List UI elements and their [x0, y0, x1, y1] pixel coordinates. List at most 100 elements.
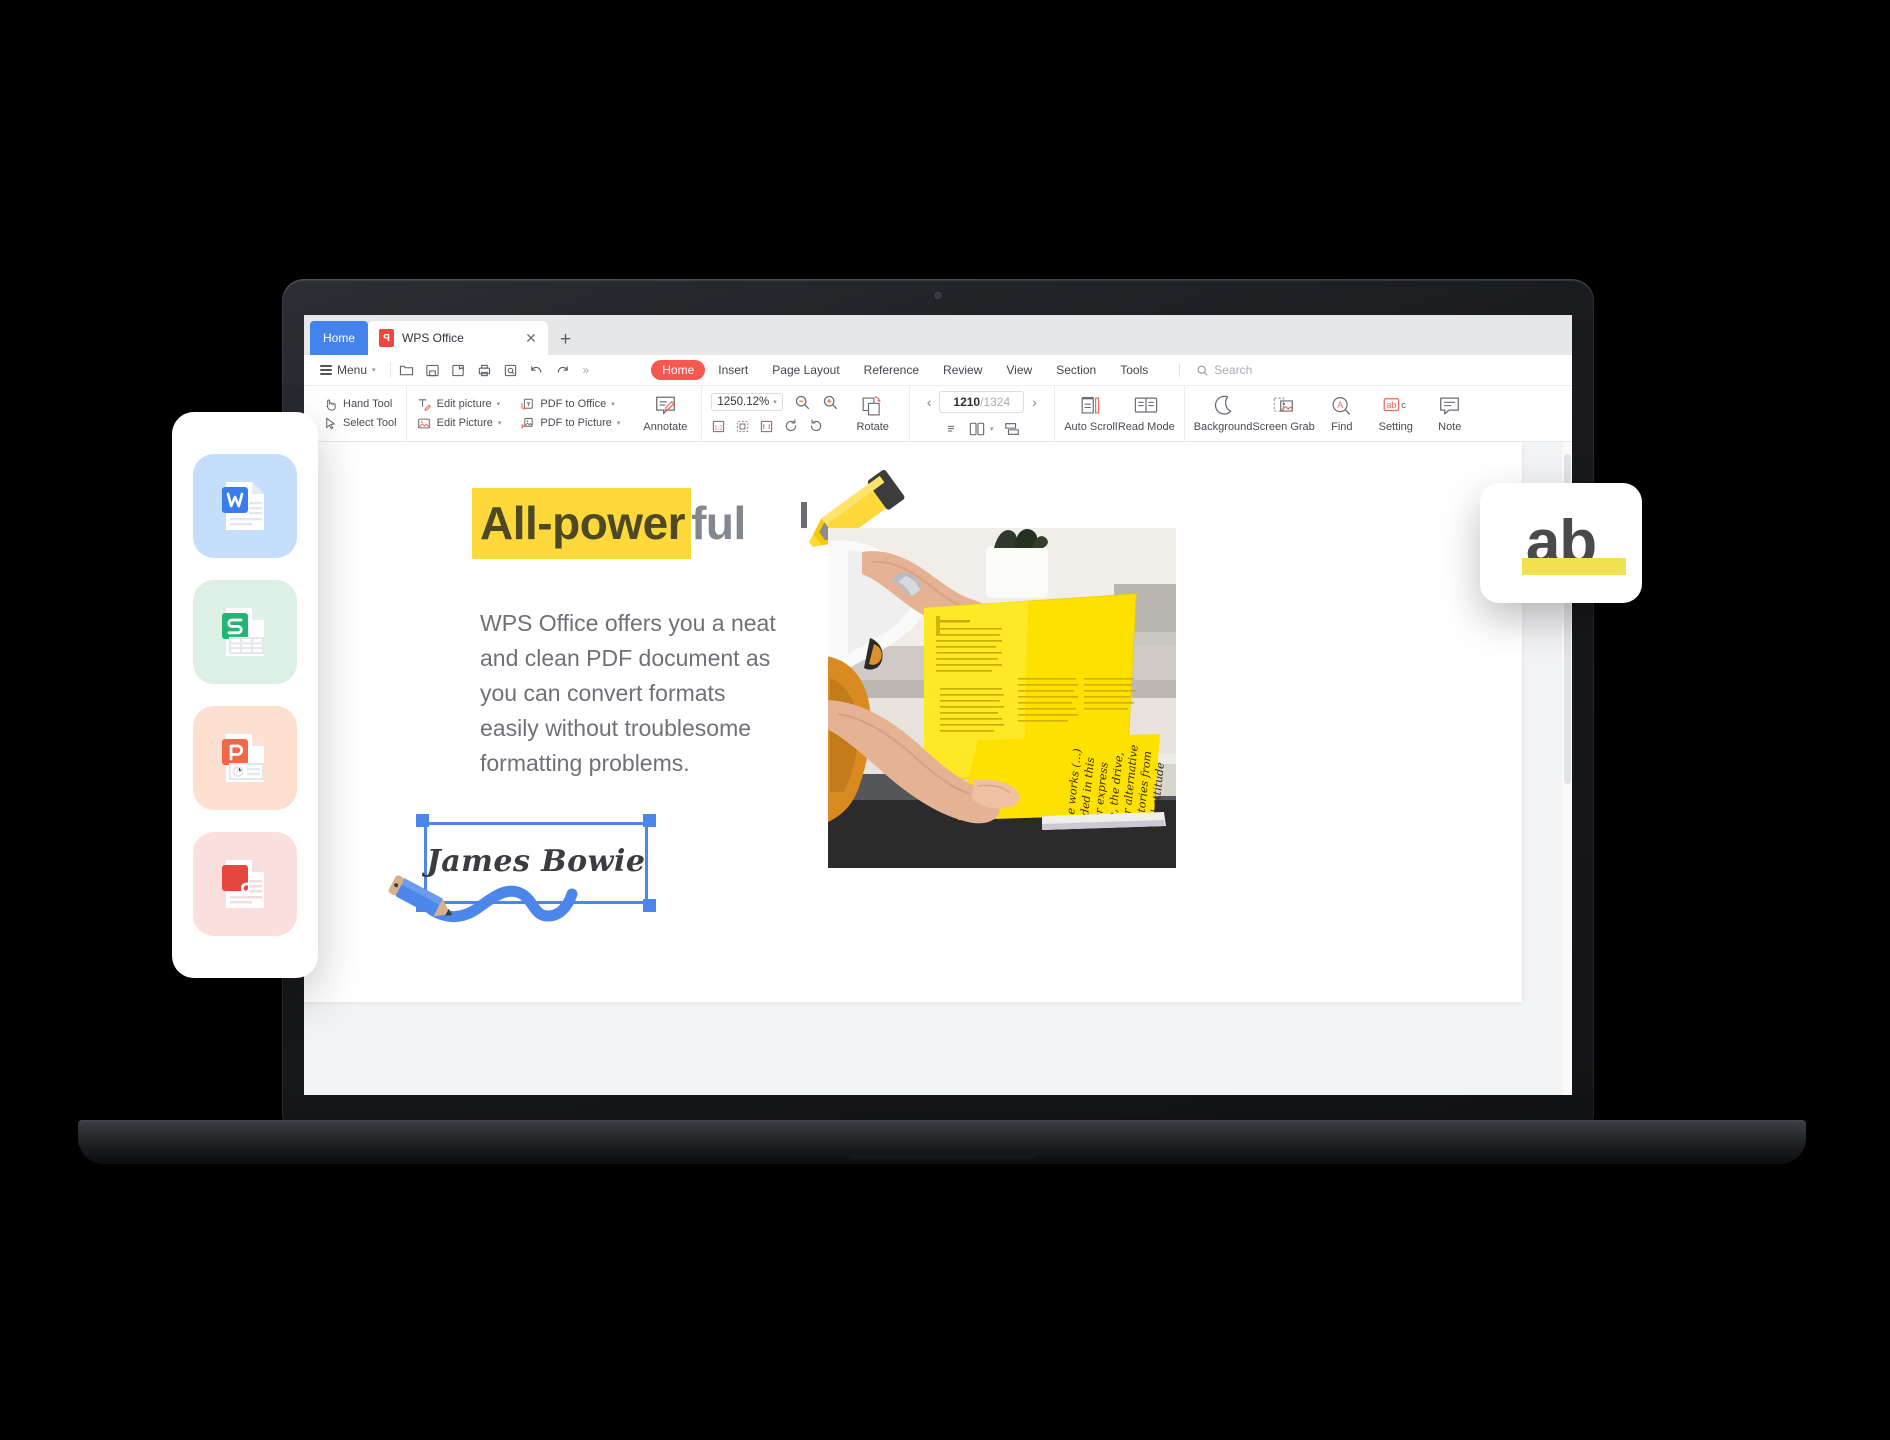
more-commands-icon[interactable]: » — [583, 363, 590, 377]
zoom-in-icon[interactable] — [822, 394, 839, 411]
zoom-level-select[interactable]: 1250.12% ▾ — [711, 393, 783, 411]
search-input[interactable]: Search — [1179, 363, 1252, 377]
rotate-label: Rotate — [856, 420, 889, 433]
fit-page-icon[interactable] — [735, 419, 750, 434]
toolbar-group-zoom: 1250.12% ▾ 1:1 Rotate — [701, 386, 908, 441]
search-placeholder: Search — [1214, 363, 1253, 377]
chevron-down-icon: ▾ — [611, 401, 615, 408]
setting-button[interactable]: ab c Setting — [1369, 394, 1423, 433]
select-tool-button[interactable]: Select Tool — [323, 416, 397, 431]
pdf-to-picture-icon — [521, 417, 534, 429]
rotate-button[interactable]: Rotate — [846, 395, 900, 433]
pdf-to-picture-button[interactable]: PDF to Picture ▾ — [519, 416, 620, 431]
ribbon-tab-section[interactable]: Section — [1045, 360, 1107, 380]
rotate-right-icon[interactable] — [783, 418, 799, 434]
ribbon-tab-view[interactable]: View — [995, 360, 1043, 380]
zoom-out-icon[interactable] — [794, 394, 811, 411]
note-icon — [1440, 397, 1460, 415]
edit-picture-image-label: Edit Picture — [436, 416, 493, 429]
resize-handle-top-left[interactable] — [416, 814, 429, 827]
save-icon[interactable] — [425, 363, 440, 378]
next-page-button[interactable]: › — [1024, 394, 1045, 410]
total-pages-value: 1324 — [983, 394, 1011, 409]
setting-label: Setting — [1378, 421, 1413, 433]
background-button[interactable]: Background — [1193, 394, 1253, 433]
previous-page-button[interactable]: ‹ — [919, 394, 940, 410]
actual-size-icon[interactable]: 1:1 — [711, 419, 726, 434]
close-icon[interactable]: ✕ — [522, 330, 540, 347]
current-page-value: 1210 — [953, 394, 981, 409]
page-body-text: WPS Office offers you a neat and clean P… — [480, 610, 776, 776]
pdf-page[interactable]: All-power ful WPS Office offers you a ne… — [304, 442, 1522, 1002]
page-title: All-power ful — [472, 488, 746, 559]
zoom-level-value: 1250.12% — [717, 396, 770, 408]
signature-object[interactable]: James Bowie — [388, 814, 656, 922]
annotate-button[interactable]: Annotate — [638, 394, 692, 433]
cursor-arrow-icon — [326, 416, 336, 429]
print-preview-icon[interactable] — [503, 363, 518, 378]
auto-scroll-label: Auto Scroll — [1064, 421, 1118, 433]
tab-home[interactable]: Home — [310, 321, 368, 355]
select-tool-label: Select Tool — [343, 416, 397, 429]
plus-icon[interactable]: + — [560, 329, 571, 351]
note-button[interactable]: Note — [1423, 394, 1477, 433]
auto-scroll-icon — [1081, 396, 1100, 414]
chevron-down-icon[interactable]: ▾ — [990, 425, 994, 433]
undo-icon[interactable] — [529, 363, 544, 378]
edit-picture-text-label: Edit picture — [436, 397, 492, 410]
toolbar-group-annotate: Annotate — [629, 386, 701, 441]
menu-button[interactable]: Menu ▾ — [314, 363, 382, 377]
toolbar-group-extras: Background Screen Grab A Find ab c Setti… — [1183, 386, 1486, 441]
background-label: Background — [1193, 421, 1253, 433]
screen-grab-label: Screen Grab — [1252, 421, 1315, 433]
resize-handle-bottom-right[interactable] — [643, 899, 656, 912]
save-as-icon[interactable] — [451, 363, 466, 378]
hand-tool-button[interactable]: Hand Tool — [323, 397, 397, 412]
open-folder-icon[interactable] — [399, 363, 414, 378]
ribbon-tab-insert[interactable]: Insert — [707, 360, 759, 380]
laptop-base — [78, 1122, 1806, 1164]
redo-icon[interactable] — [555, 363, 570, 378]
moon-icon — [1214, 395, 1231, 415]
image-icon — [417, 418, 430, 428]
continuous-scroll-icon[interactable] — [1003, 421, 1021, 437]
presentation-document-icon[interactable] — [193, 706, 297, 810]
ribbon-tab-reference[interactable]: Reference — [853, 360, 930, 380]
chevron-down-icon: ▾ — [496, 401, 501, 408]
pdf-to-office-icon — [521, 398, 534, 410]
rotate-left-icon[interactable] — [808, 418, 824, 434]
single-page-icon[interactable] — [943, 421, 959, 437]
page-number-input[interactable]: 1210 / 1324 — [939, 390, 1025, 413]
pdf-document-icon[interactable] — [193, 832, 297, 936]
read-mode-button[interactable]: Read Mode — [1118, 394, 1175, 433]
ribbon-tab-tools[interactable]: Tools — [1109, 360, 1159, 380]
word-document-icon[interactable] — [193, 454, 297, 558]
ribbon-tab-review[interactable]: Review — [932, 360, 993, 380]
annotate-icon — [656, 396, 675, 415]
document-photo[interactable]: he works (...) uded in this ter express … — [828, 528, 1176, 868]
spreadsheet-document-icon[interactable] — [193, 580, 297, 684]
chevron-down-icon: ▾ — [497, 420, 502, 427]
resize-handle-top-right[interactable] — [643, 814, 656, 827]
document-canvas[interactable]: All-power ful WPS Office offers you a ne… — [304, 442, 1572, 1095]
hand-icon — [326, 399, 336, 411]
ribbon-tab-home[interactable]: Home — [651, 360, 706, 380]
edit-picture-image-button[interactable]: Edit Picture ▾ — [416, 416, 502, 431]
tab-wps-office[interactable]: P WPS Office ✕ — [368, 321, 548, 355]
abc-setting-icon: ab c — [1383, 398, 1407, 411]
screen-grab-button[interactable]: Screen Grab — [1252, 394, 1315, 433]
ab-badge-highlight-bar — [1521, 557, 1626, 575]
hands-holding-book-photo: he works (...) uded in this ter express … — [828, 528, 1176, 868]
find-button[interactable]: A Find — [1315, 394, 1369, 433]
edit-picture-text-button[interactable]: Edit picture ▾ — [416, 397, 502, 412]
two-page-icon[interactable] — [968, 421, 986, 437]
pdf-to-office-button[interactable]: PDF to Office ▾ — [519, 397, 620, 412]
page-title-plain: ful — [691, 497, 746, 549]
highlight-text-badge: ab — [1480, 483, 1642, 603]
print-icon[interactable] — [477, 363, 492, 378]
fit-width-icon[interactable] — [759, 419, 774, 434]
tab-bar: Home P WPS Office ✕ + — [304, 315, 1572, 355]
screenshot-stage: Home P WPS Office ✕ + Menu ▾ » Home Inse… — [0, 0, 1890, 1440]
ribbon-tab-page-layout[interactable]: Page Layout — [761, 360, 850, 380]
auto-scroll-button[interactable]: Auto Scroll — [1064, 394, 1118, 433]
